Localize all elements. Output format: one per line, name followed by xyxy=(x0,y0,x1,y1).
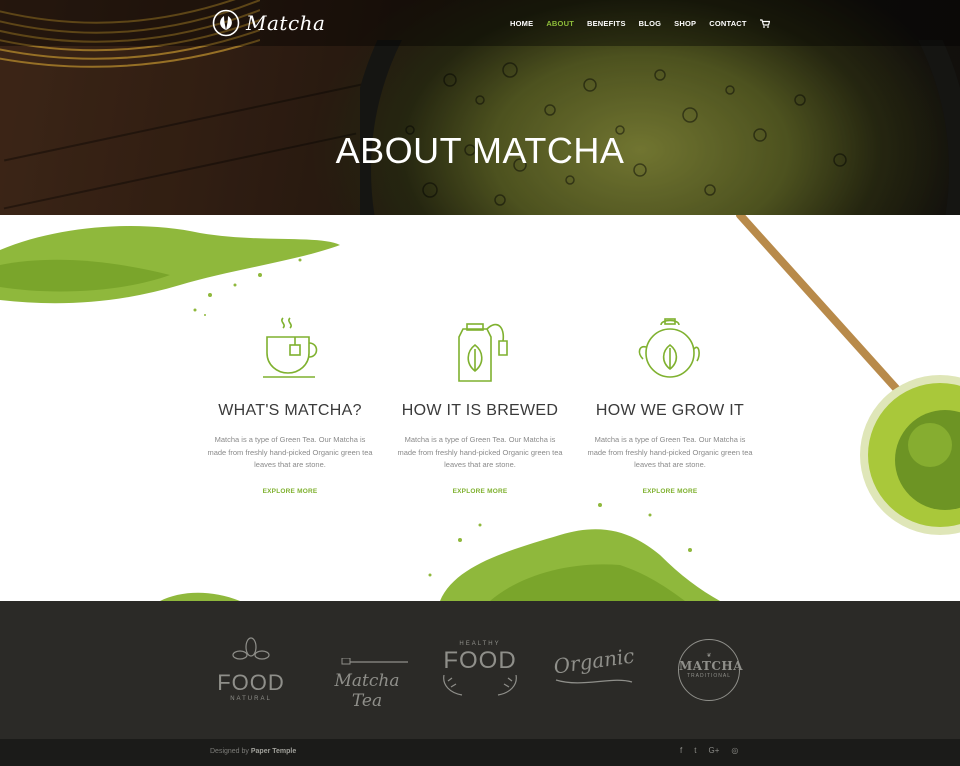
matcha-tea-logo: Matcha Tea xyxy=(322,653,412,711)
features-section: WHAT'S MATCHA? Matcha is a type of Green… xyxy=(0,215,960,601)
footer-credit: Designed by Paper Temple xyxy=(210,748,296,755)
tea-cup-icon xyxy=(263,317,318,378)
main-menu: HOME ABOUT BENEFITS BLOG SHOP CONTACT xyxy=(510,19,770,28)
feature-text: Matcha is a type of Green Tea. Our Match… xyxy=(207,435,373,469)
explore-more-link[interactable]: EXPLORE MORE xyxy=(453,488,508,495)
top-navigation: Matcha HOME ABOUT BENEFITS BLOG SHOP CON… xyxy=(0,0,960,46)
instagram-icon[interactable]: ◎ xyxy=(731,746,738,755)
whisk-line-icon xyxy=(341,657,408,665)
site-logo[interactable]: Matcha xyxy=(212,9,325,37)
matcha-traditional-logo: ❦ MATCHA TRADITIONAL xyxy=(678,639,744,701)
matcha-bowl-spoon-image xyxy=(736,215,960,535)
nav-home[interactable]: HOME xyxy=(510,19,533,28)
matcha-tea-text: Matcha Tea xyxy=(334,671,400,711)
feature-title: HOW WE GROW IT xyxy=(595,402,745,419)
feature-text: Matcha is a type of Green Tea. Our Match… xyxy=(587,435,753,469)
healthy-food-big: FOOD xyxy=(443,647,517,674)
wheat-icon xyxy=(443,674,517,696)
matcha-traditional-small: TRADITIONAL xyxy=(686,673,732,679)
matcha-powder-image xyxy=(160,592,240,601)
teapot-icon xyxy=(638,318,700,378)
leaf-circle-icon xyxy=(212,9,240,37)
explore-more-link[interactable]: EXPLORE MORE xyxy=(263,488,318,495)
healthy-food-logo: HEALTHY FOOD xyxy=(438,641,522,702)
tea-bag-icon xyxy=(458,323,508,382)
page-title: ABOUT MATCHA xyxy=(335,130,625,171)
twitter-icon[interactable]: t xyxy=(694,746,696,755)
leaves-icon xyxy=(232,637,270,660)
leaf-mark-icon: ❦ xyxy=(706,653,712,659)
feature-how-brewed: HOW IT IS BREWED Matcha is a type of Gre… xyxy=(395,315,565,498)
matcha-powder-image xyxy=(0,226,340,316)
credit-link[interactable]: Paper Temple xyxy=(251,748,296,755)
explore-more-link[interactable]: EXPLORE MORE xyxy=(643,488,698,495)
google-plus-icon[interactable]: G+ xyxy=(708,746,719,755)
social-links: f t G+ ◎ xyxy=(680,746,738,755)
feature-title: HOW IT IS BREWED xyxy=(401,402,559,419)
partner-logos-band: FOOD NATURAL Matcha Tea HEALTHY FOOD Org… xyxy=(0,601,960,739)
organic-logo: Organic xyxy=(552,643,636,691)
matcha-traditional-big: MATCHA xyxy=(679,659,744,673)
nav-contact[interactable]: CONTACT xyxy=(709,19,747,28)
hero-banner: Matcha HOME ABOUT BENEFITS BLOG SHOP CON… xyxy=(0,0,960,215)
matcha-powder-image xyxy=(428,503,720,601)
facebook-icon[interactable]: f xyxy=(680,746,682,755)
logo-text: Matcha xyxy=(246,11,326,35)
credit-prefix: Designed by xyxy=(210,748,249,755)
feature-text: Matcha is a type of Green Tea. Our Match… xyxy=(397,435,563,469)
nav-about[interactable]: ABOUT xyxy=(546,19,574,28)
feature-whats-matcha: WHAT'S MATCHA? Matcha is a type of Green… xyxy=(205,315,375,498)
food-natural-logo: FOOD NATURAL xyxy=(215,637,287,702)
nav-shop[interactable]: SHOP xyxy=(674,19,696,28)
food-natural-small: NATURAL xyxy=(230,696,272,702)
feature-how-grow: HOW WE GROW IT Matcha is a type of Green… xyxy=(585,315,755,498)
nav-blog[interactable]: BLOG xyxy=(639,19,661,28)
feature-title: WHAT'S MATCHA? xyxy=(218,402,362,419)
cart-icon[interactable] xyxy=(759,19,770,28)
footer: Designed by Paper Temple f t G+ ◎ xyxy=(0,739,960,766)
nav-benefits[interactable]: BENEFITS xyxy=(587,19,626,28)
food-natural-big: FOOD xyxy=(217,670,285,695)
